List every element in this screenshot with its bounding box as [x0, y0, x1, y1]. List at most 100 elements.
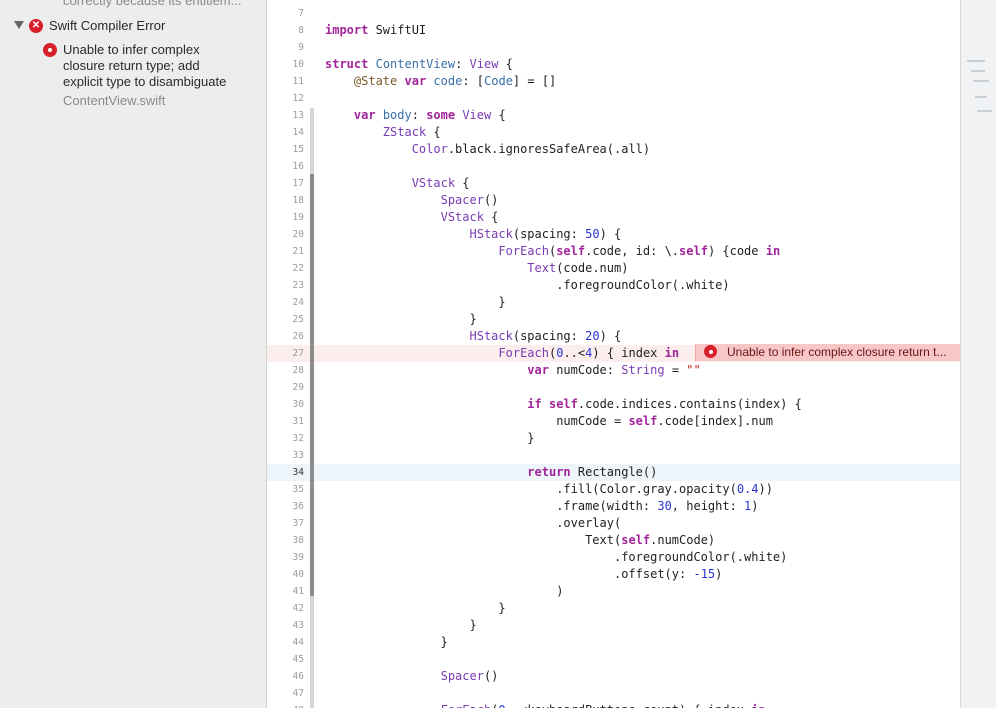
code-line[interactable]: 23 .foregroundColor(.white): [267, 277, 960, 294]
disclosure-triangle-icon[interactable]: [14, 21, 24, 29]
code-line[interactable]: 18 Spacer(): [267, 192, 960, 209]
code-line[interactable]: 31 numCode = self.code[index].num: [267, 413, 960, 430]
code-text: }: [325, 618, 477, 632]
code-text: VStack {: [411, 176, 470, 190]
line-number: 11: [292, 76, 304, 87]
code-editor[interactable]: 7 8 import SwiftUI 9 10 struct ContentView: V…: [267, 0, 960, 708]
code-line[interactable]: 40 .offset(y: -15): [267, 566, 960, 583]
code-line[interactable]: 19 VStack {: [267, 209, 960, 226]
line-number: 41: [292, 586, 304, 597]
code-text: VStack {: [440, 210, 499, 224]
code-line[interactable]: 35 .fill(Color.gray.opacity(0.4)): [267, 481, 960, 498]
line-number: 32: [292, 433, 304, 444]
issue-file-name: ContentView.swift: [63, 93, 166, 108]
line-number: 19: [292, 212, 304, 223]
line-number: 12: [292, 93, 304, 104]
inline-error-message: Unable to infer complex closure return t…: [727, 345, 947, 359]
line-number: 31: [292, 416, 304, 427]
code-line[interactable]: 39 .foregroundColor(.white): [267, 549, 960, 566]
line-number: 7: [298, 8, 304, 19]
code-line[interactable]: 7: [267, 5, 960, 22]
line-number: 45: [292, 654, 304, 665]
code-line[interactable]: 43 }: [267, 617, 960, 634]
issue-message-line-1: Unable to infer complex: [63, 42, 200, 57]
previous-issue-truncated[interactable]: correctly because its entitiem...: [63, 0, 241, 8]
code-text: import SwiftUI: [325, 23, 427, 37]
code-text: @State var code: [Code] = []: [353, 74, 557, 88]
code-line[interactable]: 16: [267, 158, 960, 175]
line-number: 17: [292, 178, 304, 189]
code-line[interactable]: 11 @State var code: [Code] = []: [267, 73, 960, 90]
code-line[interactable]: 48 ForEach(0..<keyboardButtons.count) { …: [267, 702, 960, 708]
code-line[interactable]: 22 Text(code.num): [267, 260, 960, 277]
line-number: 27: [292, 348, 304, 359]
code-text: Spacer(): [440, 669, 499, 683]
line-number: 44: [292, 637, 304, 648]
code-line[interactable]: 36 .frame(width: 30, height: 1): [267, 498, 960, 515]
line-number: 21: [292, 246, 304, 257]
code-line[interactable]: 20 HStack(spacing: 50) {: [267, 226, 960, 243]
code-line[interactable]: 45: [267, 651, 960, 668]
line-number: 23: [292, 280, 304, 291]
code-line[interactable]: 17 VStack {: [267, 175, 960, 192]
code-text: HStack(spacing: 50) {: [469, 227, 622, 241]
code-text: }: [325, 601, 506, 615]
inline-error-banner[interactable]: Unable to infer complex closure return t…: [695, 344, 960, 361]
code-line[interactable]: 47: [267, 685, 960, 702]
code-line[interactable]: 25 }: [267, 311, 960, 328]
code-line[interactable]: 8 import SwiftUI: [267, 22, 960, 39]
code-line[interactable]: 32 }: [267, 430, 960, 447]
minimap-line: [967, 60, 985, 62]
line-number: 37: [292, 518, 304, 529]
minimap-line: [977, 110, 992, 112]
code-line[interactable]: 44 }: [267, 634, 960, 651]
minimap[interactable]: [960, 0, 996, 708]
code-line[interactable]: 14 ZStack {: [267, 124, 960, 141]
code-line[interactable]: 10 struct ContentView: View {: [267, 56, 960, 73]
fold-ribbon-middle: [310, 174, 314, 596]
line-number: 24: [292, 297, 304, 308]
code-line[interactable]: 29: [267, 379, 960, 396]
line-number: 33: [292, 450, 304, 461]
code-text: return Rectangle(): [527, 465, 658, 479]
code-line[interactable]: 15 Color.black.ignoresSafeArea(.all): [267, 141, 960, 158]
code-line[interactable]: 21 ForEach(self.code, id: \.self) {code …: [267, 243, 960, 260]
code-line[interactable]: 46 Spacer(): [267, 668, 960, 685]
code-text: ZStack {: [382, 125, 441, 139]
error-x-icon: ✕: [29, 19, 43, 33]
code-line[interactable]: 24 }: [267, 294, 960, 311]
code-text: HStack(spacing: 20) {: [469, 329, 622, 343]
line-number: 39: [292, 552, 304, 563]
code-text: }: [325, 635, 448, 649]
code-line[interactable]: 37 .overlay(: [267, 515, 960, 532]
line-number: 46: [292, 671, 304, 682]
line-number: 43: [292, 620, 304, 631]
line-number: 25: [292, 314, 304, 325]
code-line[interactable]: 12: [267, 90, 960, 107]
fold-ribbon-top: [310, 108, 314, 174]
code-line[interactable]: 13 var body: some View {: [267, 107, 960, 124]
line-number: 14: [292, 127, 304, 138]
line-number: 48: [267, 702, 304, 708]
code-line[interactable]: 41 ): [267, 583, 960, 600]
code-text: if self.code.indices.contains(index) {: [527, 397, 802, 411]
code-line[interactable]: 42 }: [267, 600, 960, 617]
line-number: 28: [292, 365, 304, 376]
line-number: 38: [292, 535, 304, 546]
code-line[interactable]: 9: [267, 39, 960, 56]
line-number: 8: [298, 25, 304, 36]
code-text: ): [325, 584, 564, 598]
code-line[interactable]: 38 Text(self.numCode): [267, 532, 960, 549]
line-number: 47: [292, 688, 304, 699]
error-dot-icon: [43, 43, 57, 57]
line-number: 13: [292, 110, 304, 121]
code-line[interactable]: 34 return Rectangle(): [267, 464, 960, 481]
code-text: ForEach(self.code, id: \.self) {code in: [498, 244, 781, 258]
code-text: .foregroundColor(.white): [325, 550, 788, 564]
code-line[interactable]: 30 if self.code.indices.contains(index) …: [267, 396, 960, 413]
code-text: var numCode: String = "": [527, 363, 701, 377]
code-text: Color.black.ignoresSafeArea(.all): [411, 142, 651, 156]
code-line[interactable]: 26 HStack(spacing: 20) {: [267, 328, 960, 345]
code-line[interactable]: 28 var numCode: String = "": [267, 362, 960, 379]
code-line[interactable]: 33: [267, 447, 960, 464]
